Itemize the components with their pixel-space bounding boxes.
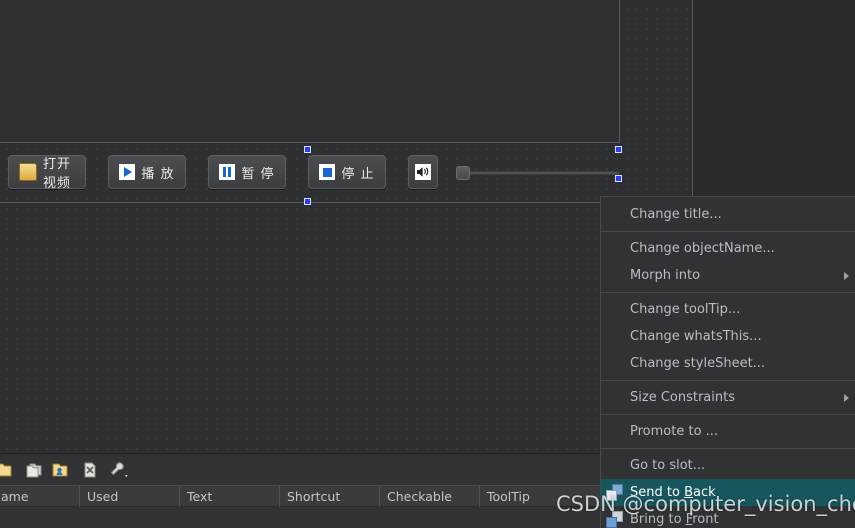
- pause-icon: [219, 164, 236, 180]
- action-table-body[interactable]: [0, 507, 693, 528]
- stop-button[interactable]: 停 止: [308, 155, 386, 189]
- selection-handle[interactable]: [304, 146, 311, 153]
- bring-to-front-icon: [606, 511, 623, 528]
- play-label: 播 放: [141, 166, 175, 182]
- widget-context-menu[interactable]: Change title... Change objectName... Mor…: [600, 196, 855, 528]
- submenu-arrow-icon: [844, 272, 849, 280]
- designer-window: 打开视频 播 放 暂 停 停 止 ame Used Text Shortcut …: [0, 0, 855, 528]
- menu-separator: [601, 448, 855, 449]
- send-to-back-icon: [606, 484, 623, 501]
- column-header-name[interactable]: ame: [0, 486, 80, 508]
- menu-label: Go to slot...: [630, 458, 706, 473]
- menu-label: Change objectName...: [630, 241, 775, 256]
- open-video-label: 打开视频: [43, 157, 72, 191]
- play-icon: [119, 164, 136, 180]
- menu-item-change-stylesheet[interactable]: Change styleSheet...: [601, 350, 855, 377]
- menu-separator: [601, 380, 855, 381]
- form-canvas[interactable]: 打开视频 播 放 暂 停 停 止: [0, 0, 693, 453]
- menu-item-morph-into[interactable]: Morph into: [601, 262, 855, 289]
- menu-label: Promote to ...: [630, 424, 719, 439]
- stop-label: 停 止: [341, 166, 375, 182]
- menu-item-change-tooltip[interactable]: Change toolTip...: [601, 296, 855, 323]
- menu-separator: [601, 231, 855, 232]
- action-table-header: ame Used Text Shortcut Checkable ToolTip: [0, 485, 693, 508]
- menu-item-go-to-slot[interactable]: Go to slot...: [601, 452, 855, 479]
- selection-handle[interactable]: [615, 146, 622, 153]
- menu-separator: [601, 414, 855, 415]
- stop-icon: [319, 164, 336, 180]
- menu-label: Change styleSheet...: [630, 356, 766, 371]
- menu-item-send-to-back[interactable]: Send to Back: [601, 479, 855, 506]
- menu-item-change-whatsthis[interactable]: Change whatsThis...: [601, 323, 855, 350]
- column-header-text[interactable]: Text: [180, 486, 280, 508]
- action-editor-toolbar: [0, 454, 693, 484]
- menu-item-change-title[interactable]: Change title...: [601, 201, 855, 228]
- volume-button[interactable]: [408, 155, 438, 189]
- action-editor-dock: ame Used Text Shortcut Checkable ToolTip: [0, 453, 693, 528]
- menu-item-promote-to[interactable]: Promote to ...: [601, 418, 855, 445]
- slider-handle[interactable]: [456, 166, 470, 180]
- open-video-button[interactable]: 打开视频: [8, 155, 86, 191]
- menu-separator: [601, 292, 855, 293]
- menu-label: Change whatsThis...: [630, 329, 762, 344]
- video-display-widget[interactable]: [0, 0, 620, 143]
- menu-item-size-constraints[interactable]: Size Constraints: [601, 384, 855, 411]
- menu-label: Bring to Front: [630, 512, 719, 527]
- menu-label: Change title...: [630, 207, 722, 222]
- menu-item-bring-to-front[interactable]: Bring to Front: [601, 506, 855, 528]
- menu-label: Morph into: [630, 268, 701, 283]
- submenu-arrow-icon: [844, 394, 849, 402]
- play-button[interactable]: 播 放: [108, 155, 186, 189]
- volume-slider[interactable]: [456, 166, 620, 180]
- column-header-used[interactable]: Used: [80, 486, 180, 508]
- slider-groove: [456, 171, 620, 175]
- menu-label: Size Constraints: [630, 390, 735, 405]
- speaker-icon: [415, 164, 431, 180]
- selection-handle[interactable]: [615, 175, 622, 182]
- folder-icon: [19, 163, 37, 181]
- menu-label: Send to Back: [630, 485, 716, 500]
- configure-icon[interactable]: [108, 460, 128, 480]
- column-header-checkable[interactable]: Checkable: [380, 486, 480, 508]
- delete-action-icon[interactable]: [80, 460, 100, 480]
- menu-label: Change toolTip...: [630, 302, 741, 317]
- column-header-shortcut[interactable]: Shortcut: [280, 486, 380, 508]
- pause-label: 暂 停: [241, 166, 275, 182]
- edit-action-icon[interactable]: [50, 460, 70, 480]
- selection-handle[interactable]: [304, 198, 311, 205]
- menu-item-change-objectname[interactable]: Change objectName...: [601, 235, 855, 262]
- copy-action-icon[interactable]: [24, 460, 44, 480]
- pause-button[interactable]: 暂 停: [208, 155, 286, 189]
- new-action-icon[interactable]: [0, 460, 14, 480]
